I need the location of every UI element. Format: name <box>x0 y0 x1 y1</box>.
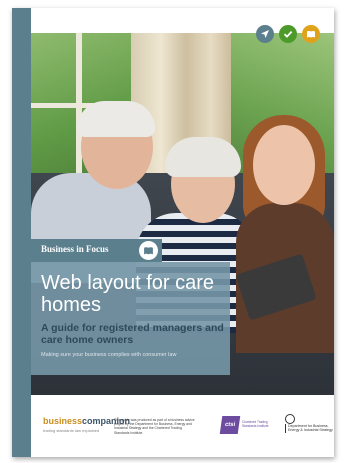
cover-tagline: Making sure your business complies with … <box>41 352 177 358</box>
ctsi-logo: ctsi <box>219 416 241 434</box>
checkmark-icon <box>279 25 297 43</box>
series-band: Business in Focus <box>31 239 162 262</box>
crest-icon <box>285 414 295 424</box>
series-label: Business in Focus <box>41 244 109 254</box>
department-name: Department for Business, Energy & Indust… <box>285 424 334 433</box>
logo-tagline: trading standards law explained <box>43 428 100 433</box>
cover-subtitle: A guide for registered managers and care… <box>41 322 224 346</box>
ctsi-name: Chartered Trading Standards Institute <box>242 420 269 428</box>
brochure-cover: Business in Focus Web layout for care ho… <box>12 8 334 457</box>
cover-spine <box>12 8 31 457</box>
open-book-icon <box>302 25 320 43</box>
cover-title: Web layout for care homes <box>41 272 215 316</box>
book-icon <box>139 241 158 260</box>
footer-description: This guide was produced as part of a bus… <box>114 418 195 435</box>
navigation-arrow-icon <box>256 25 274 43</box>
cover-footer: businesscompanion trading standards law … <box>31 408 334 448</box>
top-icon-row <box>256 25 320 43</box>
title-box: Web layout for care homes A guide for re… <box>31 262 230 375</box>
